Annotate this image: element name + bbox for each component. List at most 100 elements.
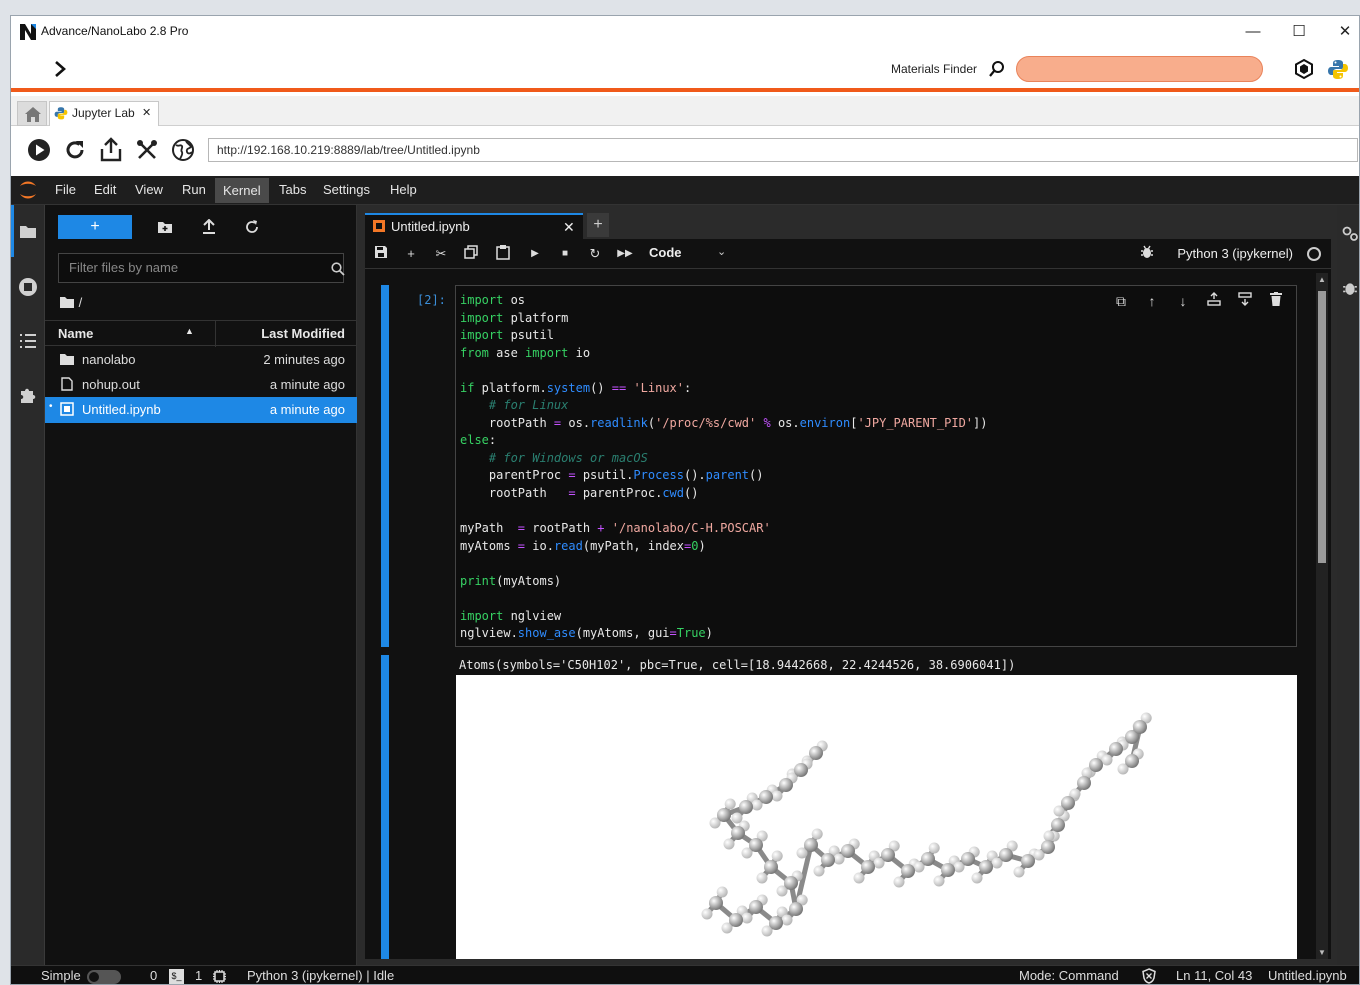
notebook-tab-close-icon[interactable]: ✕ xyxy=(563,215,575,239)
kernel-count[interactable]: 1 xyxy=(195,968,202,983)
menu-file[interactable]: File xyxy=(51,182,80,197)
globe-icon[interactable] xyxy=(171,138,195,162)
column-last-modified[interactable]: Last Modified xyxy=(261,326,345,341)
save-icon[interactable] xyxy=(371,245,391,263)
interrupt-kernel-icon[interactable]: ■ xyxy=(555,245,575,263)
materials-finder-input[interactable] xyxy=(1016,56,1263,82)
input-collapser[interactable] xyxy=(381,285,389,647)
sort-ascending-icon[interactable]: ▲ xyxy=(185,326,194,336)
right-sidebar xyxy=(1337,205,1359,965)
notebook-toolbar: + ✂ ▶ ■ ↻ ▶▶ Code ⌄ Python 3 (ipykernel) xyxy=(365,239,1331,269)
terminal-icon[interactable]: $_ xyxy=(169,969,184,984)
mode-indicator: Mode: Command xyxy=(1019,968,1119,983)
main-dock: Untitled.ipynb ✕ + + ✂ ▶ ■ ↻ ▶▶ Code ⌄ P… xyxy=(357,205,1337,965)
property-inspector-icon[interactable] xyxy=(1341,225,1359,243)
filter-files-input[interactable]: Filter files by name xyxy=(58,253,344,283)
move-up-icon[interactable]: ↑ xyxy=(1143,292,1161,310)
insert-cell-icon[interactable]: + xyxy=(401,245,421,263)
jupyter-lab-tab[interactable]: Jupyter Lab ✕ xyxy=(49,101,159,126)
run-cell-icon[interactable]: ▶ xyxy=(525,245,545,263)
input-prompt: [2]: xyxy=(417,293,446,307)
output-collapser[interactable] xyxy=(381,655,389,959)
chevron-down-icon[interactable]: ⌄ xyxy=(717,245,726,258)
nglview-molecule-viewer[interactable] xyxy=(456,675,1297,959)
kernel-status-text[interactable]: Python 3 (ipykernel) | Idle xyxy=(247,968,394,983)
notebook-tab-icon xyxy=(373,220,385,232)
file-name: nanolabo xyxy=(82,352,136,367)
kernel-chip-icon[interactable] xyxy=(212,969,227,984)
copy-icon[interactable] xyxy=(461,245,481,263)
chevron-right-icon[interactable] xyxy=(53,60,69,78)
new-launcher-button[interactable]: + xyxy=(58,215,132,239)
menu-help[interactable]: Help xyxy=(386,182,421,197)
menu-tabs[interactable]: Tabs xyxy=(275,182,310,197)
share-icon[interactable] xyxy=(99,137,123,163)
browser-tab-strip: Jupyter Lab ✕ xyxy=(11,96,1359,126)
home-tab[interactable] xyxy=(17,101,47,126)
scroll-down-icon[interactable]: ▼ xyxy=(1318,948,1326,957)
scrollbar-thumb[interactable] xyxy=(1318,291,1326,563)
running-icon[interactable] xyxy=(18,277,38,297)
file-row-untitled[interactable]: • Untitled.ipynb a minute ago xyxy=(45,397,357,423)
restart-kernel-icon[interactable]: ↻ xyxy=(585,245,605,263)
scroll-up-icon[interactable]: ▲ xyxy=(1318,275,1326,284)
title-bar: Advance/NanoLabo 2.8 Pro — ☐ ✕ xyxy=(11,16,1359,48)
url-field[interactable]: http://192.168.10.219:8889/lab/tree/Unti… xyxy=(208,138,1358,162)
cursor-position[interactable]: Ln 11, Col 43 xyxy=(1176,968,1252,983)
kernel-name[interactable]: Python 3 (ipykernel) xyxy=(1177,246,1293,261)
filter-search-icon xyxy=(331,262,345,276)
simple-mode-toggle[interactable] xyxy=(87,970,121,984)
close-tab-icon[interactable]: ✕ xyxy=(142,102,151,125)
cell-type-select[interactable]: Code xyxy=(649,245,682,260)
folder-icon[interactable] xyxy=(19,223,37,239)
debugger-icon[interactable] xyxy=(1137,245,1157,263)
column-name[interactable]: Name xyxy=(58,326,93,341)
breadcrumb-folder-icon[interactable] xyxy=(59,296,75,309)
reload-icon[interactable] xyxy=(63,138,87,162)
restart-run-all-icon[interactable]: ▶▶ xyxy=(615,245,635,263)
file-modified: a minute ago xyxy=(269,377,345,392)
file-row-nanolabo[interactable]: nanolabo 2 minutes ago xyxy=(45,347,357,373)
menu-view[interactable]: View xyxy=(131,182,167,197)
play-icon[interactable] xyxy=(27,138,51,162)
python-tab-icon xyxy=(54,107,68,120)
status-bar: Simple 0 $_ 1 Python 3 (ipykernel) | Idl… xyxy=(11,965,1359,984)
maximize-button[interactable]: ☐ xyxy=(1279,20,1319,44)
cut-icon[interactable]: ✂ xyxy=(431,245,451,263)
insert-above-icon[interactable] xyxy=(1205,292,1223,310)
tools-icon[interactable] xyxy=(135,138,159,162)
column-divider xyxy=(215,321,216,347)
menu-run[interactable]: Run xyxy=(178,182,210,197)
menu-settings[interactable]: Settings xyxy=(319,182,374,197)
python-icon[interactable] xyxy=(1327,58,1349,80)
breadcrumb-root[interactable]: / xyxy=(79,295,83,310)
file-name: Untitled.ipynb xyxy=(82,402,161,417)
molecule-render xyxy=(701,712,1152,937)
code-editor[interactable]: import os import platform import psutil … xyxy=(455,285,1297,647)
extensions-icon[interactable] xyxy=(18,385,38,405)
new-folder-icon[interactable] xyxy=(157,221,173,234)
duplicate-cell-icon[interactable]: ⧉ xyxy=(1112,292,1130,310)
close-button[interactable]: ✕ xyxy=(1325,20,1359,44)
paste-icon[interactable] xyxy=(493,245,513,263)
file-browser: + Filter files by name / Name ▲ Last Mod… xyxy=(45,205,357,965)
new-tab-button[interactable]: + xyxy=(587,213,609,237)
trust-shield-icon[interactable] xyxy=(1141,968,1157,984)
file-row-nohup[interactable]: nohup.out a minute ago xyxy=(45,372,357,398)
notebook-tab[interactable]: Untitled.ipynb ✕ xyxy=(365,213,583,239)
insert-below-icon[interactable] xyxy=(1236,292,1254,310)
move-down-icon[interactable]: ↓ xyxy=(1174,292,1192,310)
refresh-icon[interactable] xyxy=(244,219,260,235)
hexagon-structure-icon[interactable] xyxy=(1293,58,1315,80)
menu-edit[interactable]: Edit xyxy=(90,182,120,197)
notebook-scrollbar[interactable]: ▲ ▼ xyxy=(1316,273,1328,959)
minimize-button[interactable]: — xyxy=(1233,20,1273,44)
search-icon[interactable] xyxy=(988,60,1006,78)
table-of-contents-icon[interactable] xyxy=(19,333,37,349)
menu-kernel[interactable]: Kernel xyxy=(215,178,269,203)
file-name: nohup.out xyxy=(82,377,140,392)
debugger-sidebar-icon[interactable] xyxy=(1342,280,1358,296)
upload-icon[interactable] xyxy=(202,219,216,235)
delete-cell-icon[interactable] xyxy=(1267,292,1285,310)
terminal-count[interactable]: 0 xyxy=(150,968,157,983)
